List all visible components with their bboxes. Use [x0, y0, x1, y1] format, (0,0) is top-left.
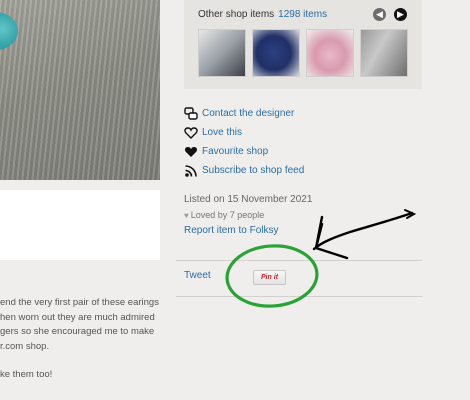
content-box — [0, 190, 160, 260]
tweet-button[interactable]: Tweet — [184, 270, 211, 281]
heart-filled-icon — [184, 147, 198, 157]
loved-count: ♥ Loved by 7 people — [184, 210, 265, 220]
arrow-left-icon[interactable]: ◀ — [373, 8, 386, 21]
annotation-arrow — [312, 211, 414, 251]
arrow-right-icon[interactable]: ▶ — [394, 8, 407, 21]
pinit-button[interactable]: Pin it — [253, 270, 286, 285]
item-thumbnail[interactable] — [306, 29, 354, 77]
heart-small-icon: ♥ — [184, 211, 189, 220]
annotation-arrow-tail — [404, 209, 417, 219]
divider — [176, 260, 422, 261]
listed-date: Listed on 15 November 2021 — [184, 194, 313, 205]
item-thumbnail[interactable] — [360, 29, 408, 77]
description-line: end the very first pair of these earings — [0, 297, 159, 308]
heart-outline-icon — [184, 127, 198, 139]
divider — [176, 296, 422, 297]
description-line: gers so she encouraged me to make — [0, 326, 155, 338]
description-line: hen worn out they are much admired — [0, 311, 155, 323]
annotation-arrowhead — [314, 215, 349, 260]
other-shop-items-panel: Other shop items 1298 items ◀ ▶ — [184, 0, 422, 89]
contact-icon — [184, 107, 198, 120]
report-item-link[interactable]: Report item to Folksy — [184, 225, 278, 236]
description-line: r.com shop. — [0, 340, 50, 352]
product-description: end the very first pair of these earings… — [0, 296, 168, 383]
product-photo[interactable] — [0, 0, 160, 180]
yarn-ball-detail — [0, 12, 18, 50]
rss-icon — [185, 165, 197, 177]
other-items-count-link[interactable]: 1298 items — [278, 9, 327, 20]
description-line: ke them too! — [0, 369, 53, 381]
other-shop-items-title: Other shop items 1298 items — [198, 9, 328, 20]
item-thumbnail[interactable] — [198, 29, 246, 77]
item-thumbnail[interactable] — [252, 29, 300, 77]
